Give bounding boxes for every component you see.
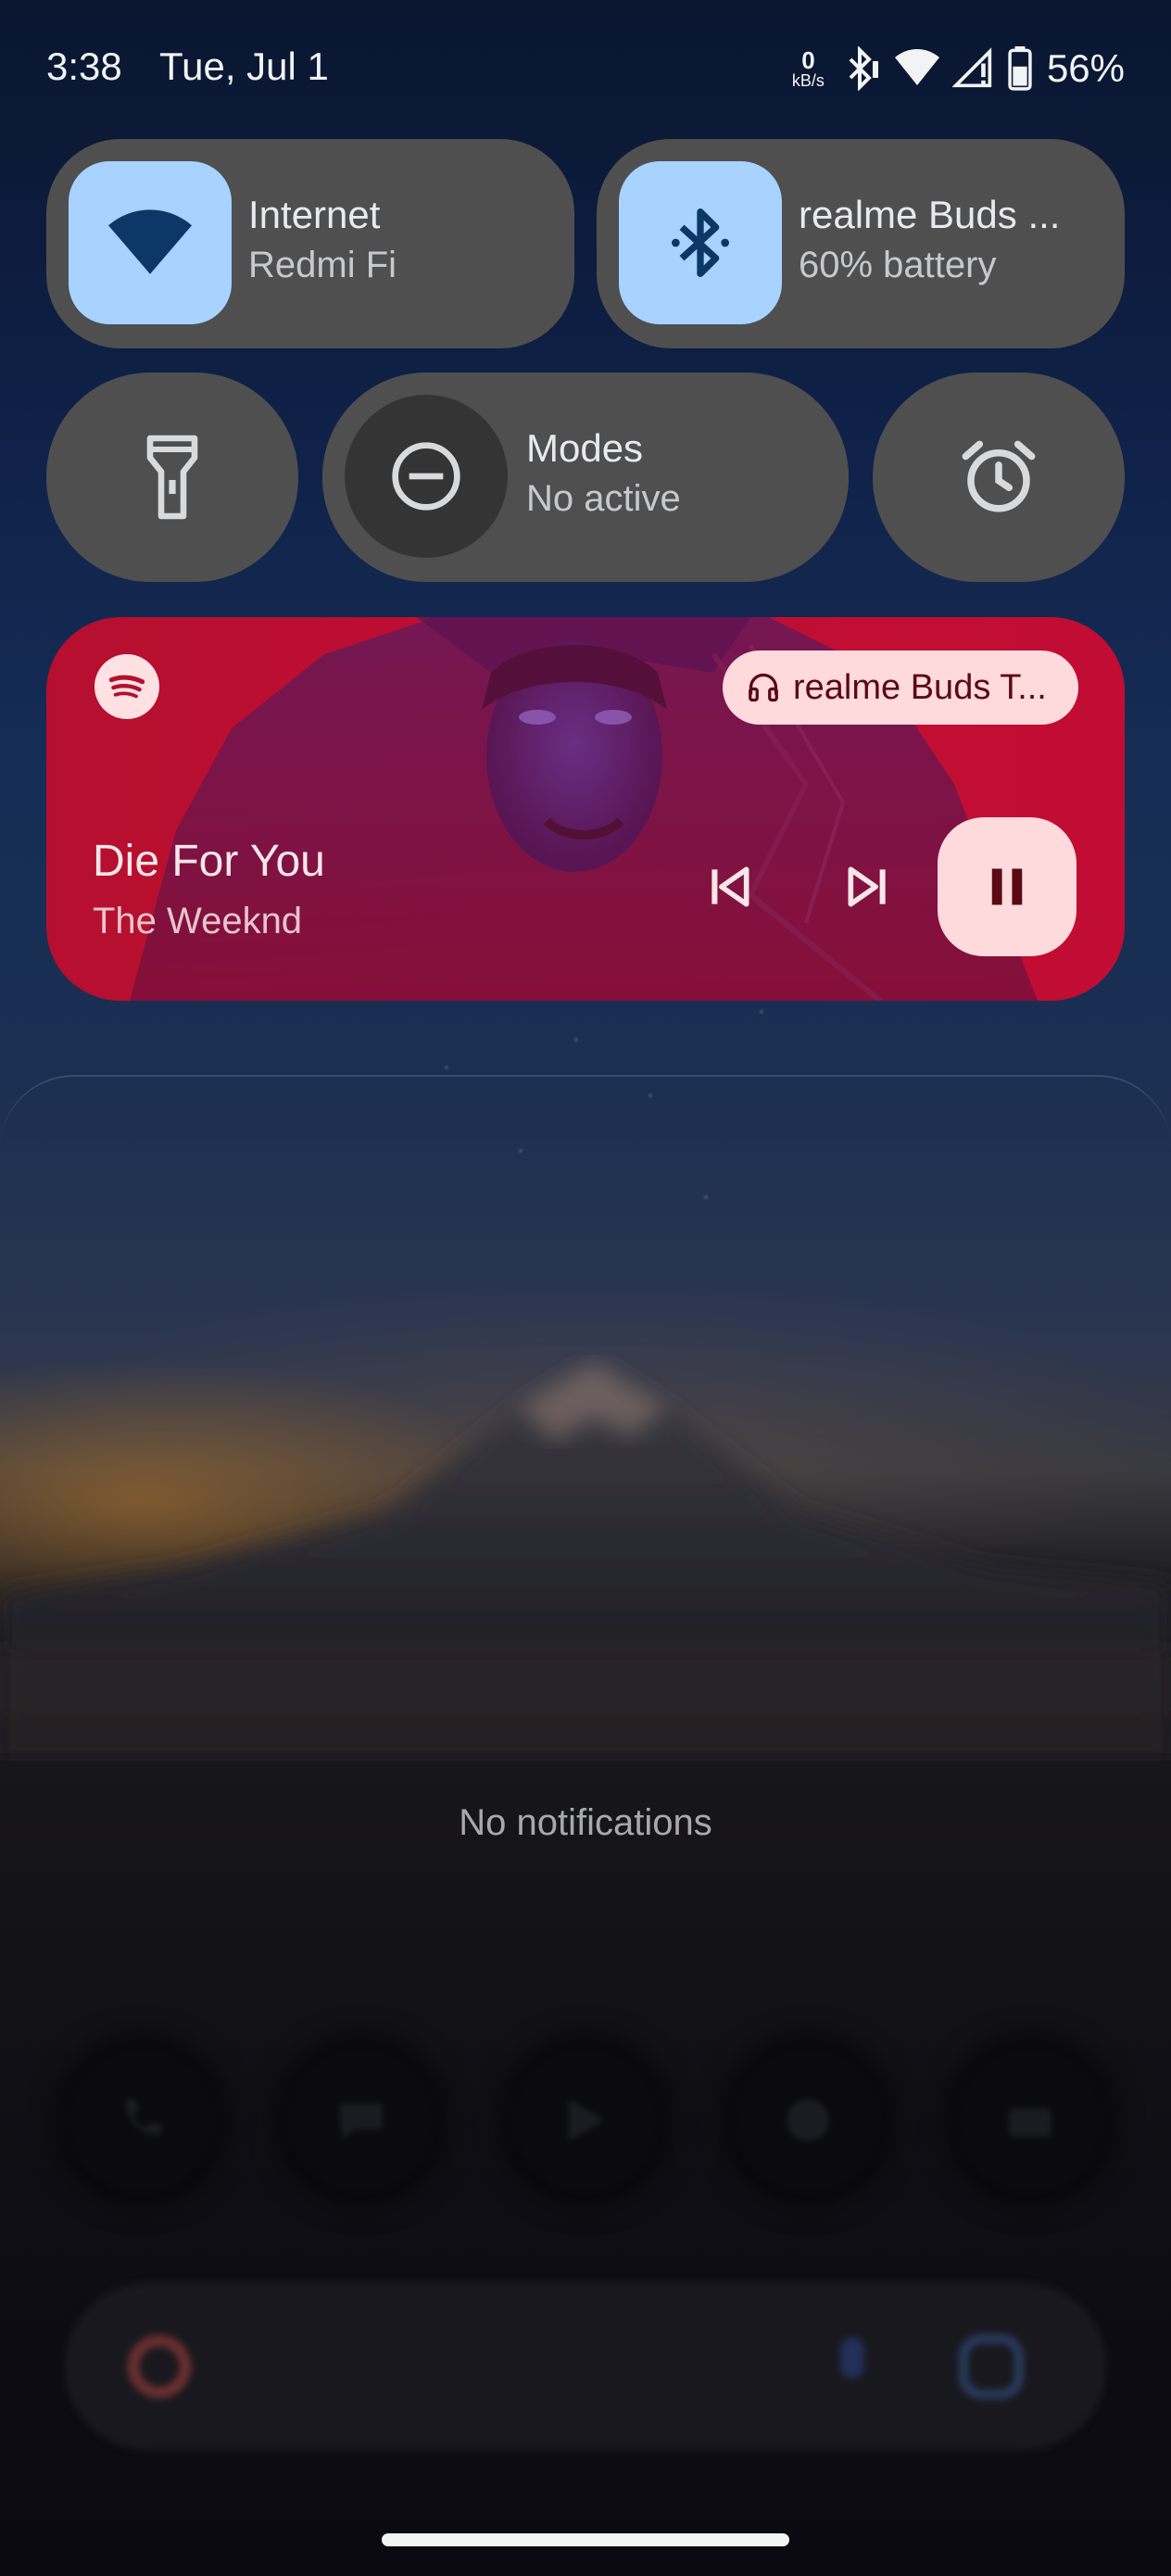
spotify-logo	[108, 675, 145, 699]
bluetooth-tile[interactable]: realme Buds ... 60% battery	[597, 139, 1125, 348]
pause-button[interactable]	[938, 817, 1077, 956]
home-search-bar	[65, 2283, 1106, 2450]
headphones-icon	[749, 673, 778, 702]
skip-previous-icon	[711, 866, 749, 907]
modes-icon-box[interactable]	[345, 395, 508, 558]
dock-play-store-icon	[511, 2046, 660, 2194]
microphone-icon	[840, 2337, 864, 2379]
output-device-chip[interactable]: realme Buds T...	[723, 650, 1078, 725]
pause-icon	[991, 868, 1023, 905]
alarm-tile[interactable]	[873, 373, 1125, 582]
lens-icon	[959, 2334, 1024, 2399]
modes-tile-title: Modes	[526, 426, 644, 470]
no-notifications-text: No notifications	[459, 1802, 712, 1843]
do-not-disturb-icon	[392, 442, 460, 511]
modes-tile[interactable]: Modes No active	[322, 373, 849, 582]
spotify-icon[interactable]	[94, 654, 159, 719]
net-speed-value: 0	[801, 46, 815, 74]
wifi-status-icon	[894, 49, 939, 85]
internet-tile[interactable]: Internet Redmi Fi	[46, 139, 574, 348]
battery-icon	[1008, 46, 1032, 91]
dock-messages-icon	[287, 2046, 435, 2194]
date: Tue, Jul 1	[159, 44, 329, 88]
bluetooth-tile-icon-box[interactable]	[619, 161, 782, 324]
cellular-signal-icon	[951, 47, 992, 88]
bluetooth-tile-subtitle: 60% battery	[799, 245, 997, 285]
flashlight-tile[interactable]	[46, 373, 298, 582]
next-track-button[interactable]	[826, 845, 910, 928]
previous-track-button[interactable]	[687, 845, 771, 928]
clock: 3:38	[46, 44, 122, 88]
internet-tile-title: Internet	[248, 193, 381, 236]
net-speed-indicator: 0 kB/s	[792, 48, 825, 89]
dock-chrome-icon	[734, 2046, 882, 2194]
dock-phone-icon	[67, 2046, 215, 2194]
gesture-navigation-bar[interactable]	[382, 2533, 789, 2546]
media-player-card[interactable]: realme Buds T... Die For You The Weeknd	[46, 617, 1125, 1001]
google-g-icon	[127, 2334, 192, 2399]
dock-camera-icon	[956, 2046, 1104, 2194]
artist-name: The Weeknd	[93, 901, 303, 941]
modes-tile-subtitle: No active	[526, 478, 681, 519]
internet-tile-subtitle: Redmi Fi	[248, 245, 397, 285]
flashlight-icon	[146, 435, 198, 520]
internet-tile-icon-box[interactable]	[69, 161, 232, 324]
notification-shade	[0, 1075, 1171, 2001]
status-icons: 0 kB/s 56%	[792, 41, 1125, 96]
bluetooth-status-icon	[849, 46, 878, 91]
net-speed-unit: kB/s	[791, 71, 825, 90]
alarm-icon	[962, 440, 1036, 512]
status-bar: 3:38 Tue, Jul 1 0 kB/s 56%	[0, 0, 1171, 139]
battery-percent: 56%	[1046, 46, 1125, 90]
bluetooth-icon	[672, 208, 729, 278]
song-title: Die For You	[93, 837, 325, 886]
bluetooth-tile-title: realme Buds ...	[799, 193, 1061, 236]
wifi-icon	[108, 209, 192, 274]
output-device-label: realme Buds T...	[793, 667, 1047, 707]
skip-next-icon	[848, 866, 886, 907]
